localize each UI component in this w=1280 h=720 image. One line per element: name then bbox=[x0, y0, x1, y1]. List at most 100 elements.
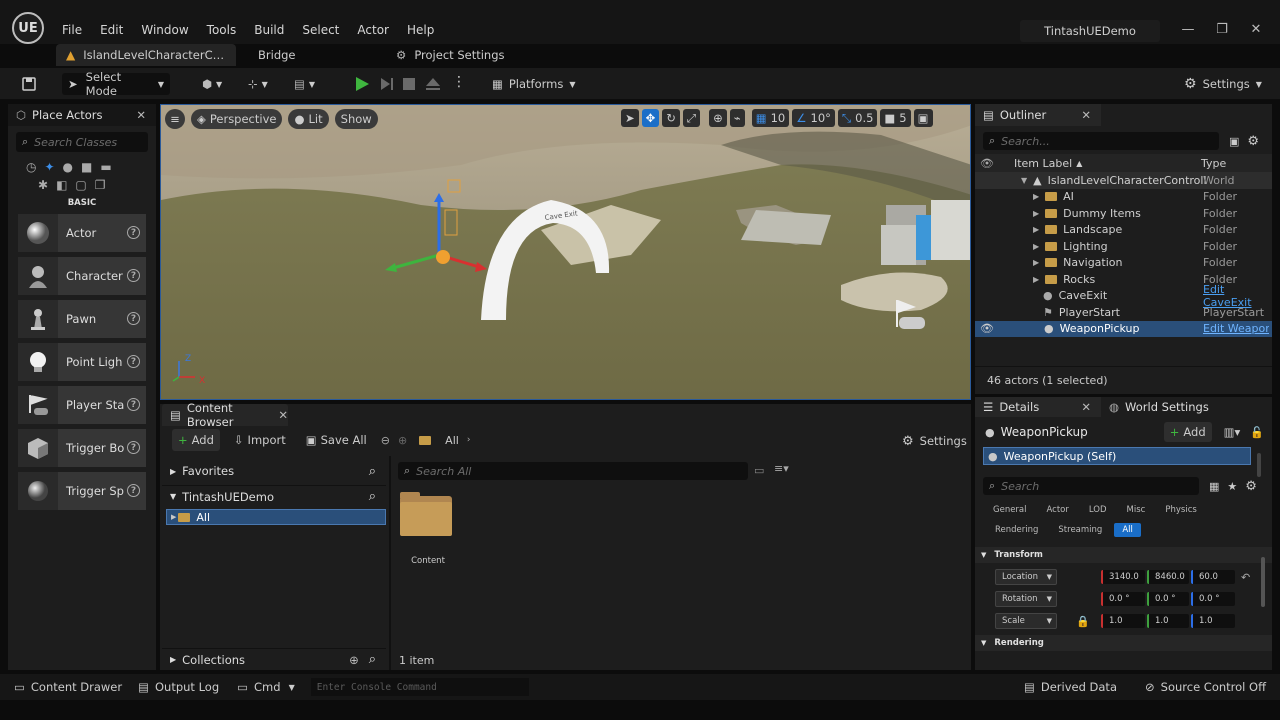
platforms-dropdown[interactable]: ▦ Platforms ▼ bbox=[486, 73, 582, 95]
close-tab-icon[interactable]: ✕ bbox=[278, 408, 288, 422]
derived-data-button[interactable]: ▤ Derived Data bbox=[1018, 676, 1123, 698]
save-icon[interactable] bbox=[16, 73, 42, 95]
close-panel-icon[interactable]: ✕ bbox=[136, 108, 146, 122]
rotation-x-field[interactable]: 0.0 ° bbox=[1101, 592, 1145, 606]
chevron-right-icon[interactable]: › bbox=[467, 435, 471, 445]
grid-snap-button[interactable]: ▦ 10 bbox=[751, 109, 790, 127]
menu-build[interactable]: Build bbox=[245, 23, 293, 37]
stop-icon[interactable] bbox=[402, 77, 416, 91]
tab-world-settings[interactable]: ◍ World Settings bbox=[1101, 397, 1209, 417]
component-scrollbar[interactable] bbox=[1257, 453, 1261, 477]
filter-all[interactable]: All bbox=[1114, 523, 1141, 537]
add-component-button[interactable]: + Add bbox=[1163, 422, 1212, 442]
help-icon[interactable]: ? bbox=[127, 484, 140, 497]
all-classes-icon[interactable]: ❐ bbox=[95, 178, 106, 192]
cmd-dropdown[interactable]: ▭ Cmd ▼ bbox=[231, 676, 301, 698]
component-self-row[interactable]: ● WeaponPickup (Self) bbox=[983, 447, 1251, 465]
visual-effects-icon[interactable]: ✱ bbox=[38, 178, 48, 192]
help-icon[interactable]: ? bbox=[127, 226, 140, 239]
recent-icon[interactable]: ◷ bbox=[26, 160, 36, 174]
filter-misc[interactable]: Misc bbox=[1119, 503, 1154, 517]
advance-frame-icon[interactable] bbox=[379, 76, 395, 92]
outliner-row-folder[interactable]: ▶ Navigation Folder bbox=[975, 255, 1272, 272]
help-icon[interactable]: ? bbox=[127, 441, 140, 454]
menu-edit[interactable]: Edit bbox=[91, 23, 132, 37]
menu-help[interactable]: Help bbox=[398, 23, 443, 37]
geometry-icon[interactable]: ◧ bbox=[56, 178, 67, 192]
scale-x-field[interactable]: 1.0 bbox=[1101, 614, 1145, 628]
location-x-field[interactable]: 3140.0 bbox=[1101, 570, 1145, 584]
location-mode-dropdown[interactable]: Location ▼ bbox=[995, 569, 1057, 585]
basic-icon[interactable]: ✦ bbox=[44, 160, 54, 174]
table-view-icon[interactable]: ▦ bbox=[1209, 480, 1219, 493]
play-icon[interactable] bbox=[354, 76, 370, 92]
tab-level[interactable]: ▲ IslandLevelCharacterC… bbox=[56, 44, 236, 66]
world-local-icon[interactable]: ⊕ bbox=[709, 109, 727, 127]
filter-general[interactable]: General bbox=[985, 503, 1035, 517]
play-options-icon[interactable]: ⋮ bbox=[452, 74, 466, 90]
help-icon[interactable]: ? bbox=[127, 312, 140, 325]
lights-icon[interactable]: ● bbox=[63, 160, 73, 174]
rotation-y-field[interactable]: 0.0 ° bbox=[1147, 592, 1189, 606]
blueprint-options-icon[interactable]: ▥▾ bbox=[1218, 422, 1247, 442]
filter-physics[interactable]: Physics bbox=[1157, 503, 1204, 517]
location-y-field[interactable]: 8460.0 bbox=[1147, 570, 1189, 584]
add-collection-icon[interactable]: ⊕ bbox=[349, 653, 359, 667]
location-z-field[interactable]: 60.0 bbox=[1191, 570, 1235, 584]
help-icon[interactable]: ? bbox=[127, 355, 140, 368]
import-button[interactable]: ⇩ Import bbox=[228, 429, 292, 451]
select-tool-icon[interactable]: ➤ bbox=[621, 109, 639, 127]
outliner-search-input[interactable]: ⌕ Search... bbox=[983, 132, 1219, 150]
lit-button[interactable]: ● Lit bbox=[288, 109, 329, 129]
rotation-mode-dropdown[interactable]: Rotation ▼ bbox=[995, 591, 1057, 607]
scale-z-field[interactable]: 1.0 bbox=[1191, 614, 1235, 628]
gear-icon[interactable]: ⚙ bbox=[1245, 479, 1257, 494]
rendering-section-header[interactable]: ▼ Rendering bbox=[975, 635, 1272, 651]
close-tab-icon[interactable]: ✕ bbox=[1081, 400, 1091, 414]
camera-speed-button[interactable]: ■ 5 bbox=[880, 109, 911, 127]
filter-rendering[interactable]: Rendering bbox=[987, 523, 1046, 537]
lock-ratio-icon[interactable]: 🔒 bbox=[1071, 615, 1095, 628]
actor-item-trigger-box[interactable]: Trigger Bo ? bbox=[18, 429, 146, 467]
actor-item-character[interactable]: Character ? bbox=[18, 257, 146, 295]
search-assets-input[interactable]: ⌕ Search All bbox=[398, 462, 748, 480]
actor-item-trigger-sphere[interactable]: Trigger Sp ? bbox=[18, 472, 146, 510]
minimize-icon[interactable]: — bbox=[1178, 22, 1198, 42]
back-icon[interactable]: ⊖ bbox=[381, 434, 390, 447]
edit-weaponpickup-link[interactable]: Edit WeaponI bbox=[1203, 322, 1269, 335]
outliner-row-folder[interactable]: ▶ AI Folder bbox=[975, 189, 1272, 206]
layout-icon[interactable]: ▣ bbox=[913, 109, 933, 127]
filter-actor[interactable]: Actor bbox=[1039, 503, 1077, 517]
filter-streaming[interactable]: Streaming bbox=[1050, 523, 1110, 537]
tab-project-settings[interactable]: ⚙ Project Settings bbox=[386, 44, 514, 66]
details-scrollbar[interactable] bbox=[1261, 557, 1265, 607]
forward-icon[interactable]: ⊕ bbox=[398, 434, 407, 447]
filter-icon[interactable]: ≡▾ bbox=[774, 462, 789, 475]
transform-section-header[interactable]: ▼ Transform bbox=[975, 547, 1272, 563]
splitter[interactable] bbox=[389, 456, 391, 670]
help-icon[interactable]: ? bbox=[127, 269, 140, 282]
volumes-icon[interactable]: ▢ bbox=[75, 178, 86, 192]
outliner-row-folder[interactable]: ▶ Lighting Folder bbox=[975, 238, 1272, 255]
rotation-z-field[interactable]: 0.0 ° bbox=[1191, 592, 1235, 606]
close-tab-icon[interactable]: ✕ bbox=[1081, 108, 1091, 122]
menu-file[interactable]: File bbox=[53, 23, 91, 37]
reset-icon[interactable]: ↶ bbox=[1241, 571, 1250, 584]
unreal-logo[interactable]: UE bbox=[12, 12, 44, 44]
menu-select[interactable]: Select bbox=[293, 23, 348, 37]
source-control-button[interactable]: ⊘ Source Control Off bbox=[1139, 676, 1272, 698]
tree-item-all[interactable]: ▶ All bbox=[166, 509, 386, 525]
actor-item-player-start[interactable]: Player Sta ? bbox=[18, 386, 146, 424]
content-drawer-button[interactable]: ▭ Content Drawer bbox=[8, 676, 128, 698]
level-viewport[interactable]: Cave Exit Z X ≡ ◈ Perspective ● Lit Show… bbox=[160, 104, 971, 400]
tab-details[interactable]: ☰ Details ✕ bbox=[975, 397, 1101, 417]
outliner-row-world[interactable]: ▼ ▲ IslandLevelCharacterControll World bbox=[975, 172, 1272, 189]
scale-tool-icon[interactable]: ⤢ bbox=[682, 109, 701, 127]
outliner-row-actor[interactable]: ● CaveExit Edit CaveExit bbox=[975, 283, 1272, 309]
move-tool-icon[interactable]: ✥ bbox=[641, 109, 660, 127]
add-folder-icon[interactable]: ▣ bbox=[1229, 135, 1239, 148]
show-button[interactable]: Show bbox=[334, 109, 378, 129]
save-search-icon[interactable]: ▭ bbox=[754, 464, 764, 477]
project-header[interactable]: ▼ TintashUEDemo ⌕ bbox=[162, 485, 386, 507]
tab-content-browser[interactable]: ▤ Content Browser ✕ bbox=[162, 401, 288, 429]
